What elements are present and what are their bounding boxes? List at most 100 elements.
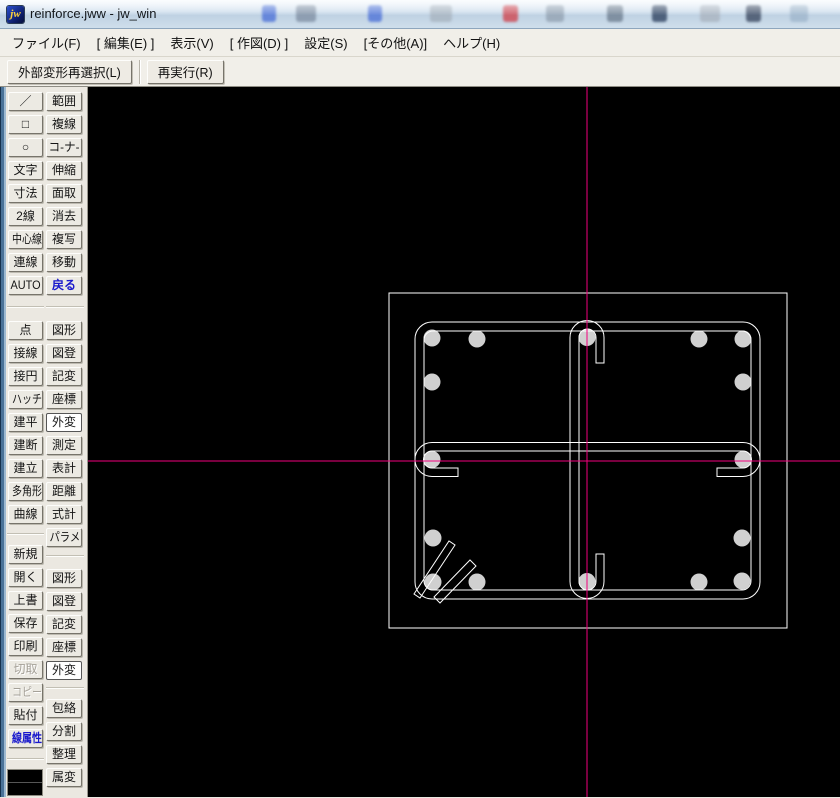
sidebar-button[interactable]: 図登 xyxy=(46,344,82,363)
sidebar-button[interactable]: 距離 xyxy=(46,482,82,501)
menu-item[interactable]: 設定(S) xyxy=(296,29,355,56)
sidebar-button[interactable]: 戻る xyxy=(46,276,82,295)
sidebar-button[interactable]: 面取 xyxy=(46,184,82,203)
sidebar-button-label: 座標 xyxy=(51,392,76,406)
menu-item[interactable]: ファイル(F) xyxy=(4,29,89,56)
sidebar-button[interactable]: 接円 xyxy=(8,367,43,386)
sidebar-button[interactable]: 上書 xyxy=(8,591,43,610)
glass-reflection xyxy=(607,5,623,22)
cad-drawing xyxy=(88,87,840,797)
sidebar-button-label: 包絡 xyxy=(51,701,76,715)
sidebar-button[interactable]: 印刷 xyxy=(8,637,43,656)
title-bar[interactable]: jw reinforce.jww - jw_win xyxy=(0,0,840,29)
sidebar-button[interactable]: 属変 xyxy=(46,768,82,787)
sidebar-button[interactable]: 複線 xyxy=(46,115,82,134)
sidebar-button[interactable]: 記変 xyxy=(46,367,82,386)
menu-item[interactable]: ヘルプ(H) xyxy=(435,29,508,56)
sidebar-button[interactable]: 記変 xyxy=(46,615,82,634)
sidebar-button-label: 貼付 xyxy=(13,708,38,722)
sidebar-button[interactable]: 座標 xyxy=(46,638,82,657)
sidebar-button-label: AUTO xyxy=(10,278,41,292)
menu-item[interactable]: [ 編集(E) ] xyxy=(89,29,163,56)
app-icon[interactable]: jw xyxy=(7,6,24,23)
sidebar-group: 図形図登記変座標外変 xyxy=(46,569,82,684)
menu-item[interactable]: [その他(A)] xyxy=(356,29,436,56)
sidebar-group-divider xyxy=(7,306,44,308)
sidebar-button[interactable]: 多角形 xyxy=(8,482,43,501)
sidebar-button[interactable]: 建平 xyxy=(8,413,43,432)
sidebar-button-label: 開く xyxy=(13,570,38,584)
sidebar-button[interactable]: 接線 xyxy=(8,344,43,363)
sidebar-button[interactable]: 貼付 xyxy=(8,706,43,725)
sidebar-button-label: 外変 xyxy=(51,663,76,677)
sidebar-button[interactable]: 切取 xyxy=(8,660,43,679)
sidebar-button[interactable]: 外変 xyxy=(46,413,82,432)
sidebar-button[interactable]: 中心線 xyxy=(8,230,43,249)
drawing-canvas[interactable] xyxy=(88,87,840,797)
sidebar-button[interactable]: 図登 xyxy=(46,592,82,611)
menu-item[interactable]: 表示(V) xyxy=(162,29,221,56)
rebar-circle xyxy=(733,572,751,590)
sidebar-button-label: ／ xyxy=(19,94,32,108)
rebar-circle xyxy=(423,373,441,391)
sidebar-button[interactable]: 建断 xyxy=(8,436,43,455)
sidebar-button-label: コピー xyxy=(12,685,43,699)
toolbar-button[interactable]: 再実行(R) xyxy=(146,59,224,84)
sidebar-button[interactable]: 複写 xyxy=(46,230,82,249)
sidebar-group: 点接線接円ハッチ建平建断建立多角形曲線 xyxy=(8,321,43,528)
sidebar-button[interactable]: 整理 xyxy=(46,745,82,764)
sidebar-button-label: 移動 xyxy=(51,255,76,269)
sidebar-button[interactable]: コピー xyxy=(8,683,43,702)
sidebar-button-label: 図形 xyxy=(51,571,76,585)
sidebar-button[interactable]: □ xyxy=(8,115,43,134)
sidebar-button[interactable]: パラメ xyxy=(46,528,82,547)
sidebar-button[interactable]: ○ xyxy=(8,138,43,157)
sidebar-group: 図形図登記変座標外変測定表計距離式計パラメ xyxy=(46,321,82,551)
menu-item[interactable]: [ 作図(D) ] xyxy=(222,29,297,56)
sidebar-button-label: 切取 xyxy=(13,662,38,676)
sidebar-button[interactable]: 曲線 xyxy=(8,505,43,524)
sidebar-group-divider xyxy=(46,555,84,557)
sidebar-button[interactable]: 座標 xyxy=(46,390,82,409)
sidebar-button[interactable]: 線属性 xyxy=(8,729,43,748)
sidebar-button[interactable]: 2線 xyxy=(8,207,43,226)
sidebar-button[interactable]: 範囲 xyxy=(46,92,82,111)
sidebar-button[interactable]: 図形 xyxy=(46,321,82,340)
sidebar-button[interactable]: 文字 xyxy=(8,161,43,180)
sidebar-button[interactable]: ／ xyxy=(8,92,43,111)
sidebar-button[interactable]: 伸縮 xyxy=(46,161,82,180)
sidebar-button[interactable]: 開く xyxy=(8,568,43,587)
rebar-circle xyxy=(423,329,441,347)
sidebar-button-label: コ-ナ- xyxy=(48,140,80,154)
sidebar-button[interactable]: 測定 xyxy=(46,436,82,455)
sidebar-button[interactable]: 式計 xyxy=(46,505,82,524)
sidebar-button[interactable]: 保存 xyxy=(8,614,43,633)
sidebar-button[interactable]: 図形 xyxy=(46,569,82,588)
sidebar-button[interactable]: コ-ナ- xyxy=(46,138,82,157)
sidebar-button[interactable]: AUTO xyxy=(8,276,43,295)
sidebar-button[interactable]: 連線 xyxy=(8,253,43,272)
window-title: reinforce.jww - jw_win xyxy=(30,6,157,21)
toolbar: 外部変形再選択(L) 再実行(R) xyxy=(0,57,840,87)
sidebar-button[interactable]: 外変 xyxy=(46,661,82,680)
glass-reflection xyxy=(503,5,518,22)
sidebar-button[interactable]: 新規 xyxy=(8,545,43,564)
line-attribute-indicator[interactable] xyxy=(7,769,43,796)
sidebar-button-label: □ xyxy=(21,117,30,131)
sidebar-button[interactable]: 消去 xyxy=(46,207,82,226)
sidebar-button[interactable]: ハッチ xyxy=(8,390,43,409)
sidebar-button-label: 図登 xyxy=(51,594,76,608)
sidebar-button[interactable]: 表計 xyxy=(46,459,82,478)
sidebar-button[interactable]: 分割 xyxy=(46,722,82,741)
sidebar-button-label: 線属性 xyxy=(12,731,43,745)
toolbar-button[interactable]: 外部変形再選択(L) xyxy=(7,59,132,84)
sidebar-button[interactable]: 建立 xyxy=(8,459,43,478)
sidebar-button-label: ハッチ xyxy=(12,392,43,406)
sidebar-button[interactable]: 点 xyxy=(8,321,43,340)
sidebar-button-label: 印刷 xyxy=(13,639,38,653)
sidebar-button[interactable]: 包絡 xyxy=(46,699,82,718)
sidebar-button-label: 接線 xyxy=(13,346,38,360)
sidebar-button[interactable]: 寸法 xyxy=(8,184,43,203)
tool-sidebar: ／ □ ○ 文字寸法 2線中心線連線 AUTO 点接線接円ハッチ建平建断建立多角形曲線新規開… xyxy=(0,87,88,797)
sidebar-button[interactable]: 移動 xyxy=(46,253,82,272)
